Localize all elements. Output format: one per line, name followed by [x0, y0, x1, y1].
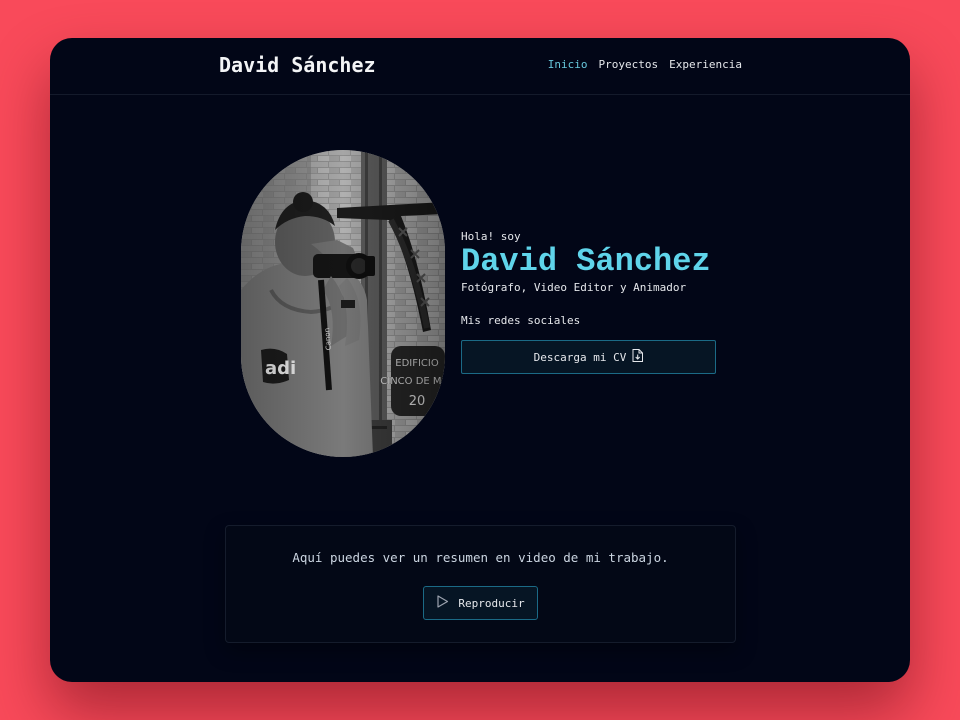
hero-name: David Sánchez: [461, 243, 711, 280]
hero-intro: Hola! soy David Sánchez Fotógrafo, Video…: [461, 230, 721, 374]
photographer-illustration: EDIFICIO CINCO DE MAY 20 adi Canon: [241, 150, 445, 457]
play-icon: [436, 595, 449, 611]
portfolio-window: David Sánchez Inicio Proyectos Experienc…: [50, 38, 910, 682]
nav-link-inicio[interactable]: Inicio: [548, 57, 588, 73]
file-download-icon: [632, 349, 644, 365]
role-text: Fotógrafo, Video Editor y Animador: [461, 281, 687, 294]
download-cv-button[interactable]: Descarga mi CV: [461, 340, 716, 374]
nav-link-proyectos[interactable]: Proyectos: [599, 57, 659, 73]
play-video-button[interactable]: Reproducir: [423, 586, 538, 620]
nav-link-experiencia[interactable]: Experiencia: [669, 57, 742, 73]
social-label: Mis redes sociales: [461, 314, 581, 327]
greeting-text: Hola! soy: [461, 230, 521, 243]
brand-name[interactable]: David Sánchez: [219, 51, 376, 79]
profile-photo: EDIFICIO CINCO DE MAY 20 adi Canon: [241, 150, 445, 457]
download-cv-label: Descarga mi CV: [533, 350, 627, 364]
top-navbar: David Sánchez Inicio Proyectos Experienc…: [50, 38, 910, 95]
video-summary-card: Aquí puedes ver un resumen en video de m…: [225, 525, 736, 643]
play-button-label: Reproducir: [458, 596, 525, 610]
video-summary-text: Aquí puedes ver un resumen en video de m…: [292, 550, 669, 565]
main-nav: Inicio Proyectos Experiencia: [548, 57, 742, 73]
